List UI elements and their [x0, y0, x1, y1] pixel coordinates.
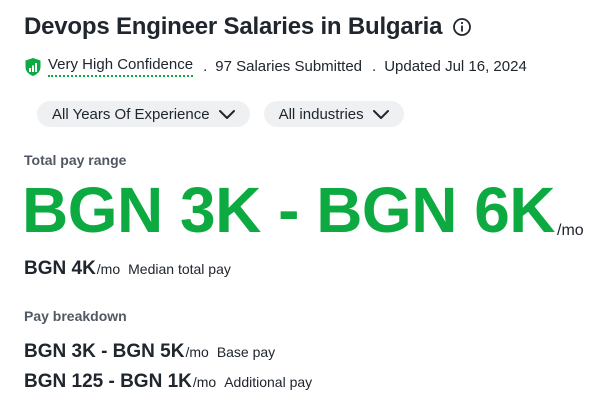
salaries-count: 97 Salaries Submitted [215, 58, 363, 75]
separator-dot: . [372, 58, 377, 75]
page-title: Devops Engineer Salaries in Bulgaria [24, 13, 443, 40]
filter-bar: All Years Of Experience All industries [37, 101, 404, 127]
industry-filter-label: All industries [278, 105, 364, 123]
shield-bar-chart-icon [24, 57, 42, 77]
experience-filter-label: All Years Of Experience [52, 105, 210, 123]
salary-meta: Very High Confidence . 97 Salaries Submi… [24, 56, 527, 77]
separator-dot: . [203, 58, 208, 75]
info-icon[interactable] [452, 17, 472, 37]
updated-date: Updated Jul 16, 2024 [384, 58, 527, 75]
total-pay-heading: Total pay range [24, 152, 127, 168]
industry-filter[interactable]: All industries [263, 101, 404, 127]
median-pay: BGN 4K /mo Median total pay [24, 258, 231, 280]
pay-breakdown-heading: Pay breakdown [24, 308, 127, 324]
additional-pay-unit: /mo [192, 374, 217, 390]
total-pay-range: BGN 3K - BGN 6K /mo [22, 178, 584, 242]
chevron-down-icon [372, 108, 390, 120]
range-unit: /mo [557, 222, 584, 239]
base-pay-label: Base pay [216, 344, 276, 360]
median-unit: /mo [96, 261, 121, 277]
range-value: BGN 3K - BGN 6K [22, 174, 556, 246]
chevron-down-icon [218, 108, 236, 120]
base-pay: BGN 3K - BGN 5K /mo Base pay [24, 341, 275, 363]
median-label: Median total pay [128, 261, 231, 277]
base-pay-unit: /mo [185, 344, 209, 360]
additional-pay-value: BGN 125 - BGN 1K [24, 371, 192, 392]
experience-filter[interactable]: All Years Of Experience [37, 101, 250, 127]
confidence-link[interactable]: Very High Confidence [48, 56, 194, 77]
base-pay-value: BGN 3K - BGN 5K [24, 341, 185, 362]
median-value: BGN 4K [24, 258, 96, 279]
additional-pay-label: Additional pay [224, 374, 313, 390]
additional-pay: BGN 125 - BGN 1K /mo Additional pay [24, 371, 312, 393]
page-header: Devops Engineer Salaries in Bulgaria [24, 13, 472, 41]
